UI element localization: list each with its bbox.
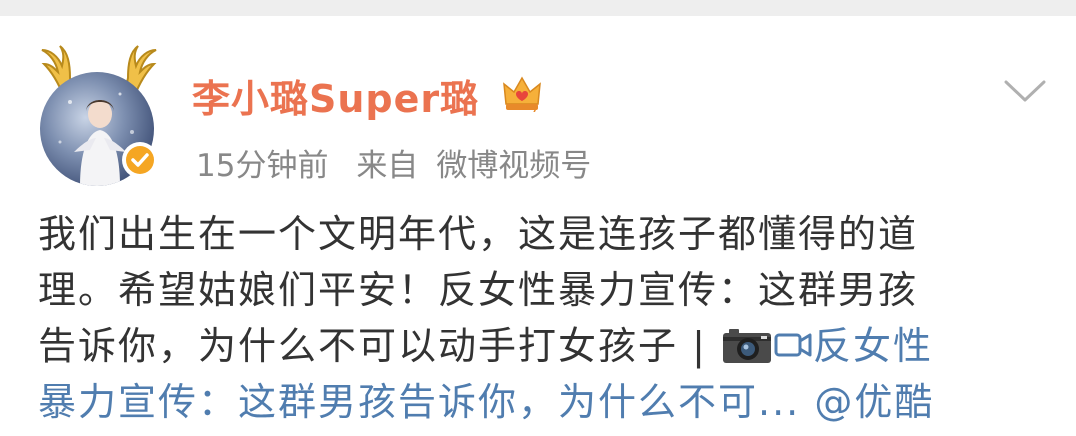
post-text-line: 理。希望姑娘们平安！反女性暴力宣传：这群男孩	[38, 268, 919, 312]
post-body: 我们出生在一个文明年代，这是连孩子都懂得的道 理。希望姑娘们平安！反女性暴力宣传…	[38, 206, 1038, 430]
svg-text:7: 7	[532, 105, 538, 114]
video-link-continued[interactable]: 暴力宣传：这群男孩告诉你，为什么不可... @优酷	[38, 374, 1038, 430]
top-divider	[0, 0, 1076, 16]
post-text-line: 我们出生在一个文明年代，这是连孩子都懂得的道	[38, 212, 919, 256]
video-icon[interactable]	[773, 327, 813, 363]
source-prefix: 来自	[356, 148, 419, 184]
post-time: 15分钟前	[196, 148, 329, 184]
post-text-segment: 告诉你，为什么不可以动手打女孩子 |	[38, 324, 721, 368]
crown-icon[interactable]: 7	[500, 72, 544, 114]
video-link[interactable]: 反女性	[813, 324, 933, 368]
post-meta: 15分钟前 来自 微博视频号	[196, 140, 609, 185]
post-text-line: 告诉你，为什么不可以动手打女孩子 | 反女性	[38, 318, 1038, 374]
username[interactable]: 李小璐Super璐	[192, 68, 479, 123]
source-link[interactable]: 微博视频号	[436, 148, 591, 184]
chevron-down-icon[interactable]	[1000, 76, 1050, 106]
verified-badge-icon	[122, 142, 158, 178]
camera-emoji-icon	[722, 329, 771, 363]
avatar-container[interactable]	[34, 42, 164, 192]
